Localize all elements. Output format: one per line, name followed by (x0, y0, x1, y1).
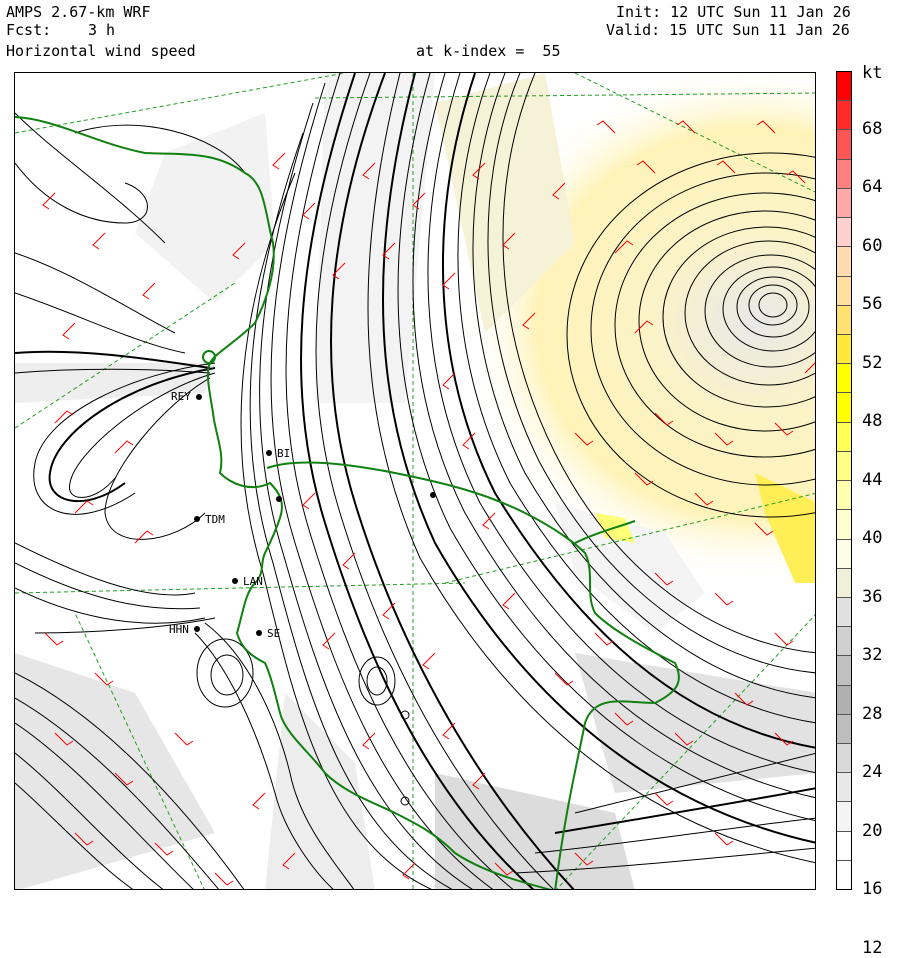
field-name: Horizontal wind speed (6, 42, 196, 60)
colorbar-label: 12 (862, 937, 883, 958)
colorbar-label: 20 (862, 820, 883, 841)
svg-text:LAN: LAN (243, 575, 263, 588)
colorbar-unit: kt (862, 63, 883, 83)
colorbar-cell (837, 509, 851, 539)
colorbar-cell (837, 246, 851, 276)
colorbar-cell (837, 72, 851, 101)
station-marker (430, 492, 436, 498)
colorbar-label: 64 (862, 177, 883, 197)
station-tdm: TDM (194, 513, 225, 526)
colorbar-cell (837, 713, 851, 744)
colorbar-cell (837, 830, 851, 860)
colorbar-label: 68 (862, 118, 883, 139)
colorbar-label: 24 (862, 762, 883, 782)
model-title: AMPS 2.67-km WRF (6, 3, 151, 21)
colorbar-label: 36 (862, 586, 883, 607)
forecast-value: 3 h (88, 21, 116, 39)
level-info: at k-index = 55 (416, 42, 561, 60)
colorbar-cell (837, 596, 851, 627)
colorbar-label: 44 (862, 469, 883, 490)
colorbar-label: 48 (862, 411, 883, 431)
station-marker (276, 496, 282, 502)
colorbar-label: 40 (862, 528, 883, 548)
colorbar-cell (837, 392, 851, 422)
colorbar-cell (837, 567, 851, 597)
colorbar-label: 16 (862, 879, 883, 899)
colorbar-cell (837, 684, 851, 714)
colorbar-cell (837, 655, 851, 685)
svg-text:REY: REY (171, 390, 191, 403)
forecast-label: Fcst: (6, 21, 52, 39)
colorbar-cell (837, 363, 851, 393)
svg-text:TDM: TDM (205, 513, 225, 526)
station-se: SE (256, 627, 280, 640)
colorbar-cell (837, 129, 851, 159)
colorbar-cell (837, 100, 851, 130)
colorbar-cell (837, 333, 851, 364)
colorbar-cell (837, 304, 851, 334)
colorbar-label: 52 (862, 352, 883, 373)
colorbar-cell (837, 480, 851, 510)
colorbar-cell (837, 450, 851, 481)
colorbar-cell (837, 187, 851, 218)
wind-speed-shading (15, 73, 815, 889)
valid-time: Valid: 15 UTC Sun 11 Jan 26 (606, 21, 850, 39)
wind-map-svg: REY TDM LAN HHN SE BI (15, 73, 815, 889)
station-marker (202, 350, 216, 364)
colorbar-label: 60 (862, 235, 883, 256)
colorbar-cell (837, 772, 851, 802)
colorbar-cell (837, 801, 851, 831)
station-lan: LAN (232, 575, 263, 588)
colorbar-label: 32 (862, 645, 883, 665)
colorbar-cell (837, 743, 851, 773)
colorbar-cell (837, 217, 851, 247)
wind-speed-colorbar (836, 71, 852, 890)
svg-text:SE: SE (267, 627, 280, 640)
colorbar-cell (837, 626, 851, 656)
wind-map: REY TDM LAN HHN SE BI (14, 72, 816, 890)
colorbar-label: 56 (862, 294, 883, 314)
colorbar-label: 28 (862, 703, 883, 724)
svg-text:BI: BI (277, 447, 290, 460)
colorbar-cell (837, 421, 851, 451)
station-bi: BI (266, 447, 290, 460)
init-time: Init: 12 UTC Sun 11 Jan 26 (616, 3, 851, 21)
colorbar-cell (837, 158, 851, 188)
colorbar-cell (837, 275, 851, 305)
colorbar-cell (837, 538, 851, 568)
svg-text:HHN: HHN (169, 623, 189, 636)
colorbar-cell (837, 859, 851, 890)
